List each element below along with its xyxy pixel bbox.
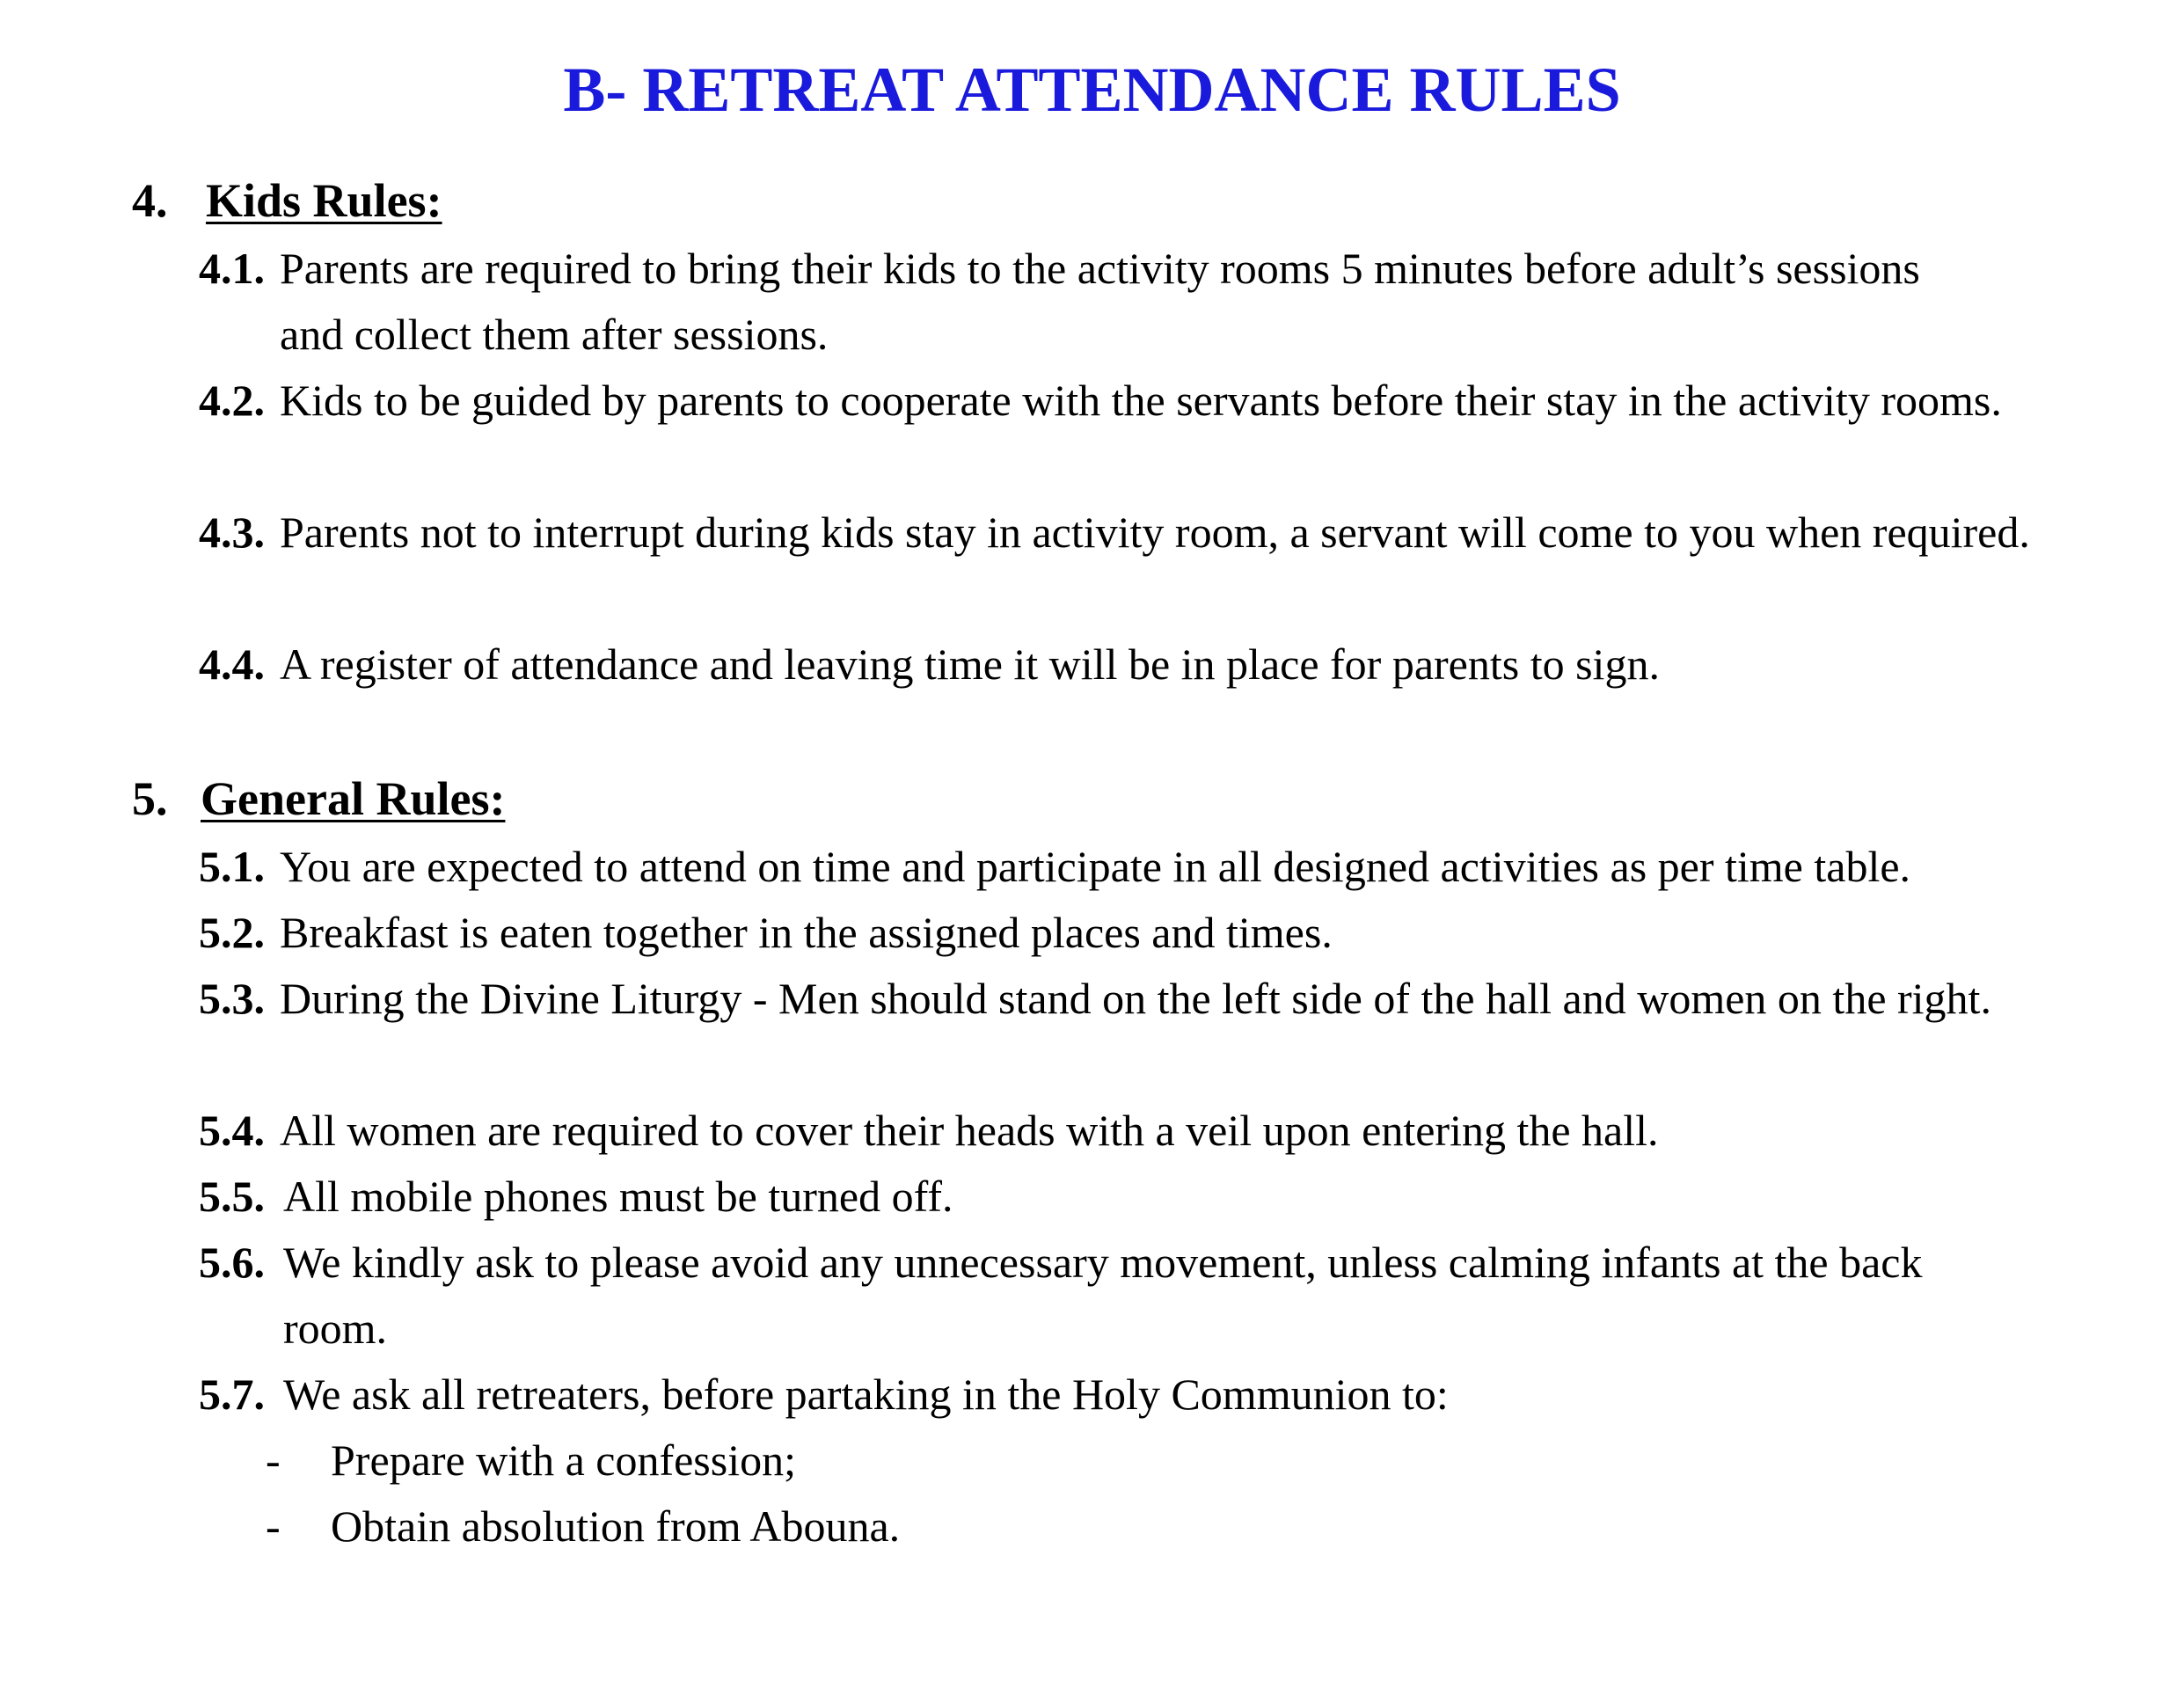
rule-number: 4.3.	[199, 508, 265, 557]
rule-number: 4.4.	[199, 639, 265, 689]
sub-item-text: Obtain absolution from Abouna.	[331, 1501, 901, 1551]
rule-number: 5.7.	[199, 1370, 265, 1419]
rule-text: Kids to be guided by parents to cooperat…	[280, 376, 2002, 425]
rule-text: Parents are required to bring their kids…	[280, 244, 1920, 359]
rule-text: Breakfast is eaten together in the assig…	[280, 908, 1333, 957]
rule-number: 4.2.	[199, 376, 265, 425]
rule-text: You are expected to attend on time and p…	[280, 842, 1911, 891]
rule-number: 5.5.	[199, 1172, 265, 1221]
section-title: General Rules:	[201, 772, 506, 825]
rule-number: 5.3.	[199, 974, 265, 1023]
rule-text: We ask all retreaters, before partaking …	[283, 1370, 1449, 1419]
section-title: Kids Rules:	[206, 174, 442, 227]
rule-number: 5.6.	[199, 1238, 265, 1287]
sub-item-text: Prepare with a confession;	[331, 1435, 797, 1485]
rule-number: 4.1.	[199, 244, 265, 293]
rule-text: All mobile phones must be turned off.	[283, 1172, 953, 1221]
section-number: 5.	[132, 772, 168, 825]
rule-number: 5.2.	[199, 908, 265, 957]
rule-text: A register of attendance and leaving tim…	[280, 639, 1660, 689]
section-number: 4.	[132, 174, 168, 227]
sub-item-marker: -	[266, 1501, 281, 1551]
rule-text: During the Divine Liturgy - Men should s…	[280, 974, 1991, 1023]
rule-text: Parents not to interrupt during kids sta…	[280, 508, 2030, 557]
page-title: B- RETREAT ATTENDANCE RULES	[563, 55, 1621, 125]
rule-text: We kindly ask to please avoid any unnece…	[283, 1238, 1923, 1353]
sub-item-marker: -	[266, 1435, 281, 1485]
rule-number: 5.1.	[199, 842, 265, 891]
rule-number: 5.4.	[199, 1106, 265, 1155]
rule-text: All women are required to cover their he…	[280, 1106, 1659, 1155]
